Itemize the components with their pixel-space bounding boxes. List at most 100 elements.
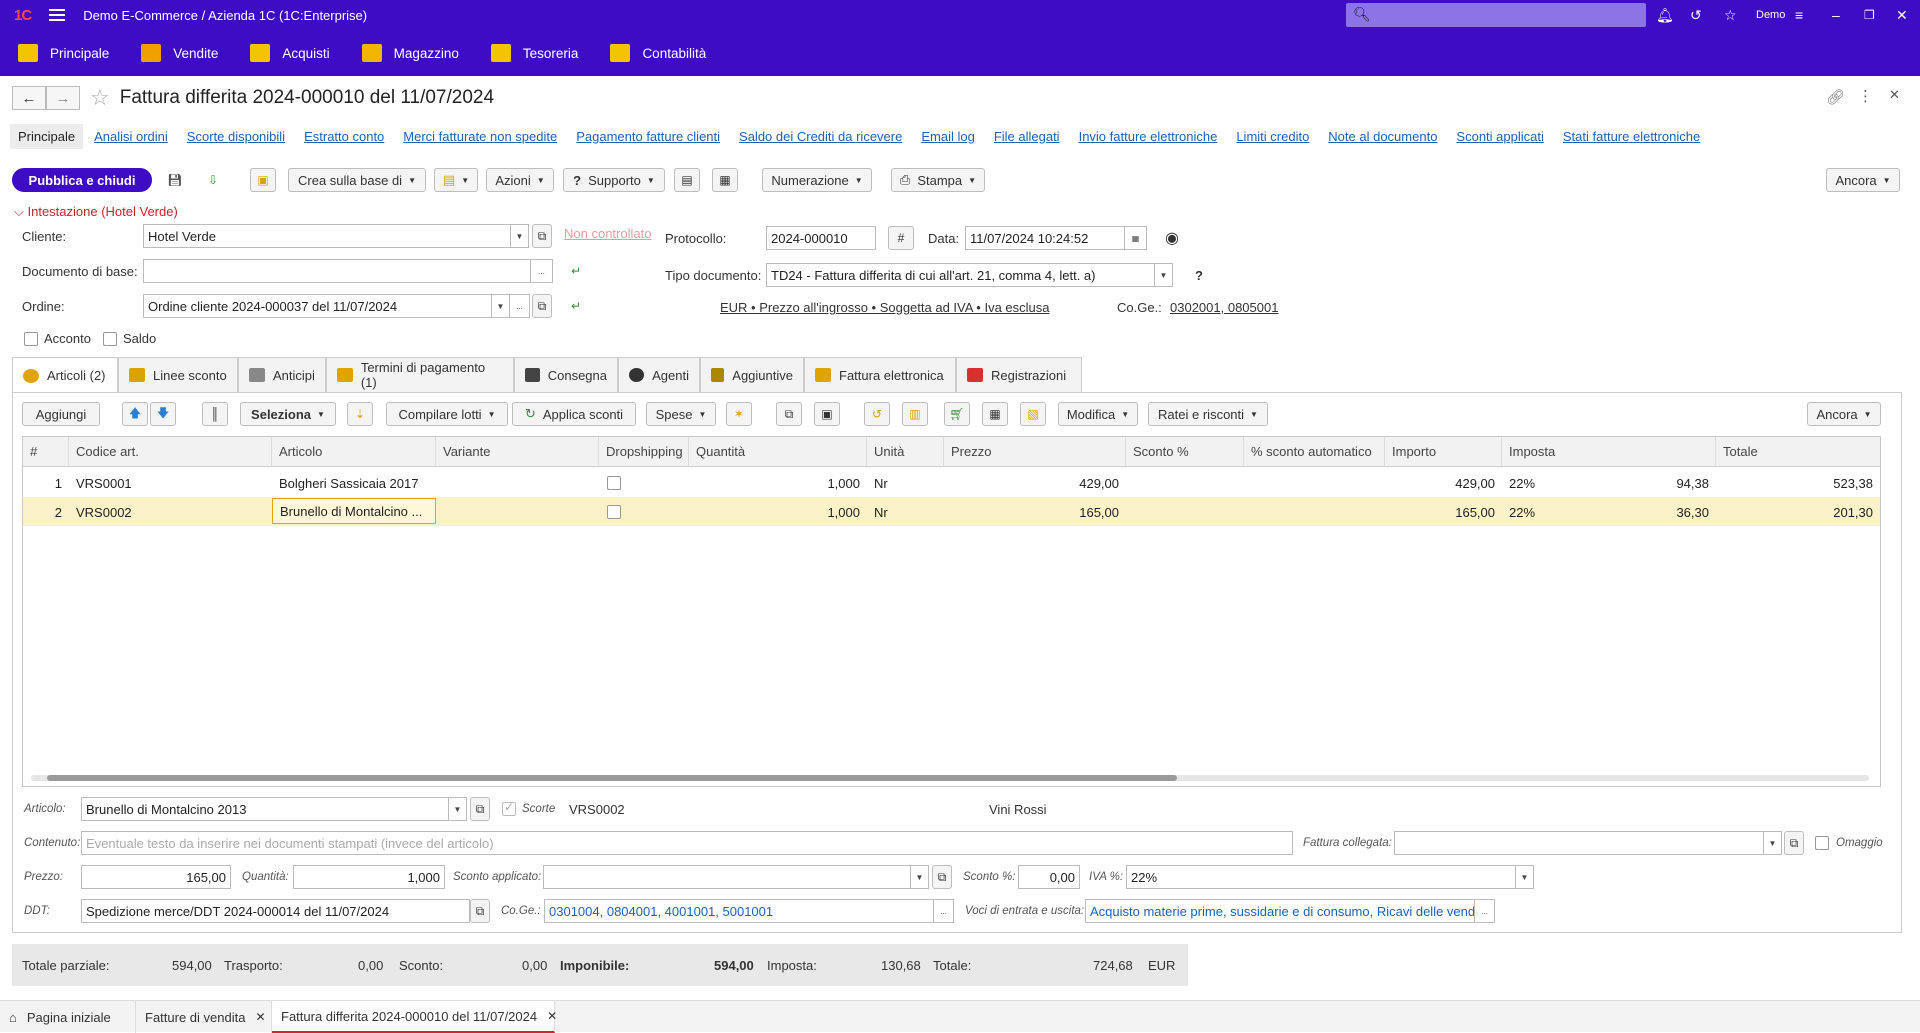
- tab-aggiuntive[interactable]: Aggiuntive: [700, 357, 804, 392]
- section-tesoreria[interactable]: Tesoreria: [490, 44, 578, 62]
- post-icon[interactable]: ⇩: [200, 168, 226, 192]
- col-prezzo[interactable]: Prezzo: [944, 437, 1126, 467]
- reserve-icon[interactable]: ▧: [1020, 402, 1046, 426]
- sconto-applicato-dropdown[interactable]: ▼: [911, 865, 929, 889]
- compile-lots-button[interactable]: Compilare lotti ▼: [386, 402, 508, 426]
- nav-saldo-crediti[interactable]: Saldo dei Crediti da ricevere: [739, 129, 902, 144]
- table-row-2-taxamt[interactable]: 36,30: [1592, 497, 1716, 527]
- nav-email-log[interactable]: Email log: [921, 129, 974, 144]
- minimize-icon[interactable]: –: [1832, 0, 1840, 30]
- omaggio-checkbox[interactable]: [1815, 836, 1829, 850]
- publish-close-button[interactable]: Pubblica e chiudi: [12, 168, 152, 192]
- iva-dropdown[interactable]: ▼: [1516, 865, 1534, 889]
- bottom-tab-home[interactable]: ⌂ Pagina iniziale: [0, 1001, 136, 1033]
- table-row-2-code[interactable]: VRS0002: [69, 497, 272, 527]
- restore-icon[interactable]: ❐: [1864, 0, 1875, 30]
- sconto-pct-field[interactable]: 0,00: [1018, 865, 1080, 889]
- voci-field[interactable]: Acquisto materie prime, sussidarie e di …: [1085, 899, 1475, 923]
- section-vendite[interactable]: Vendite: [141, 44, 218, 62]
- table-row-2-total[interactable]: 201,30: [1716, 497, 1880, 527]
- detail-coge-select[interactable]: ...: [934, 899, 954, 923]
- table-row-1-qty[interactable]: 1,000: [689, 468, 867, 498]
- table-row-2-disc[interactable]: [1126, 497, 1244, 527]
- user-name[interactable]: Demo: [1756, 0, 1785, 30]
- close-window-icon[interactable]: ✕: [1896, 0, 1908, 30]
- eye-icon[interactable]: ◉: [1159, 226, 1185, 250]
- tab-consegna[interactable]: Consegna: [514, 357, 618, 392]
- table-more-button[interactable]: Ancora ▼: [1807, 402, 1881, 426]
- save-icon[interactable]: 💾︎: [162, 168, 188, 192]
- tab-linee-sconto[interactable]: Linee sconto: [118, 357, 238, 392]
- settings-icon[interactable]: ≡: [1795, 0, 1803, 30]
- table-row-2-variant[interactable]: [436, 497, 599, 527]
- search-input[interactable]: 🔍︎: [1346, 3, 1646, 27]
- nav-estratto-conto[interactable]: Estratto conto: [304, 129, 384, 144]
- fill-icon[interactable]: ⇣: [347, 402, 373, 426]
- fattura-collegata-field[interactable]: [1394, 831, 1764, 855]
- contenuto-field[interactable]: Eventuale testo da inserire nei document…: [81, 831, 1293, 855]
- move-up-icon[interactable]: 🡅︎: [122, 402, 148, 426]
- open-cliente-icon[interactable]: ⧉: [532, 224, 552, 248]
- acconto-checkbox[interactable]: [24, 332, 38, 346]
- section-magazzino[interactable]: Magazzino: [361, 44, 459, 62]
- detail-coge-field[interactable]: 0301004, 0804001, 4001001, 5001001: [544, 899, 934, 923]
- cliente-dropdown[interactable]: ▼: [511, 224, 529, 248]
- nav-principale[interactable]: Principale: [10, 123, 84, 149]
- detail-articolo-dropdown[interactable]: ▼: [449, 797, 467, 821]
- col-imposta[interactable]: Imposta: [1502, 437, 1716, 467]
- open-articolo-icon[interactable]: ⧉: [470, 797, 490, 821]
- table-row-1-code[interactable]: VRS0001: [69, 468, 272, 498]
- documento-base-field[interactable]: [143, 259, 531, 283]
- coge-link[interactable]: 0302001, 0805001: [1170, 300, 1278, 315]
- open-sconto-icon[interactable]: ⧉: [932, 865, 952, 889]
- open-fattura-icon[interactable]: ⧉: [1784, 831, 1804, 855]
- col-unita[interactable]: Unità: [867, 437, 944, 467]
- table-row-2-amount[interactable]: 165,00: [1385, 497, 1502, 527]
- close-document-icon[interactable]: ✕: [1889, 87, 1900, 103]
- nav-invio-fatture[interactable]: Invio fatture elettroniche: [1079, 129, 1218, 144]
- table-row-1-amount[interactable]: 429,00: [1385, 468, 1502, 498]
- saldo-checkbox[interactable]: [103, 332, 117, 346]
- section-principale[interactable]: Principale: [18, 44, 109, 62]
- table-row-2-unit[interactable]: Nr: [867, 497, 944, 527]
- barcode-icon[interactable]: ║: [202, 402, 228, 426]
- table-row-1-total[interactable]: 523,38: [1716, 468, 1880, 498]
- table-row-2-tax[interactable]: 22%: [1502, 497, 1592, 527]
- ordine-dropdown[interactable]: ▼: [492, 294, 510, 318]
- quantita-field[interactable]: 1,000: [293, 865, 445, 889]
- more-vertical-icon[interactable]: ⋮: [1858, 87, 1873, 105]
- nav-stati-fatture[interactable]: Stati fatture elettroniche: [1563, 129, 1700, 144]
- close-tab-icon[interactable]: ✕: [255, 1010, 265, 1024]
- modify-button[interactable]: Modifica ▼: [1058, 402, 1138, 426]
- tab-agenti[interactable]: Agenti: [618, 357, 700, 392]
- nav-sconti-applicati[interactable]: Sconti applicati: [1456, 129, 1543, 144]
- bottom-tab-current[interactable]: Fattura differita 2024-000010 del 11/07/…: [272, 1001, 557, 1033]
- price-settings-link[interactable]: EUR • Prezzo all'ingrosso • Soggetta ad …: [720, 300, 1050, 315]
- tipo-documento-field[interactable]: TD24 - Fattura differita di cui all'art.…: [766, 263, 1155, 287]
- col-totale[interactable]: Totale: [1716, 437, 1880, 467]
- table-row-1-price[interactable]: 429,00: [944, 468, 1126, 498]
- cliente-field[interactable]: Hotel Verde: [143, 224, 511, 248]
- numbering-button[interactable]: Numerazione ▼: [762, 168, 872, 192]
- table-view-icon[interactable]: ▦: [712, 168, 738, 192]
- cart-items-icon[interactable]: 🛒︎: [944, 402, 970, 426]
- copy-rows-icon[interactable]: ⧉: [776, 402, 802, 426]
- add-row-button[interactable]: Aggiungi: [22, 402, 100, 426]
- table-scrollbar-thumb[interactable]: [47, 775, 1177, 781]
- table-row-2-item[interactable]: Brunello di Montalcino ...: [272, 498, 436, 524]
- nav-note-documento[interactable]: Note al documento: [1328, 129, 1437, 144]
- move-down-icon[interactable]: 🡇︎: [150, 402, 176, 426]
- section-contabilita[interactable]: Contabilità: [610, 44, 706, 62]
- scorte-checkbox[interactable]: ✓: [502, 800, 516, 816]
- installments-button[interactable]: Ratei e risconti ▼: [1148, 402, 1268, 426]
- nav-pagamento-fatture[interactable]: Pagamento fatture clienti: [576, 129, 720, 144]
- table-row-2-autodisc[interactable]: [1244, 497, 1385, 527]
- table-row-1-unit[interactable]: Nr: [867, 468, 944, 498]
- ddt-field[interactable]: Spedizione merce/DDT 2024-000014 del 11/…: [81, 899, 470, 923]
- detail-articolo-field[interactable]: Brunello di Montalcino 2013: [81, 797, 449, 821]
- documento-base-select[interactable]: ...: [531, 259, 553, 283]
- tab-fattura-elettronica[interactable]: Fattura elettronica: [804, 357, 956, 392]
- copy-document-icon[interactable]: ▣: [250, 168, 276, 192]
- table-row-1-disc[interactable]: [1126, 468, 1244, 498]
- support-button[interactable]: ? Supporto ▼: [563, 168, 665, 192]
